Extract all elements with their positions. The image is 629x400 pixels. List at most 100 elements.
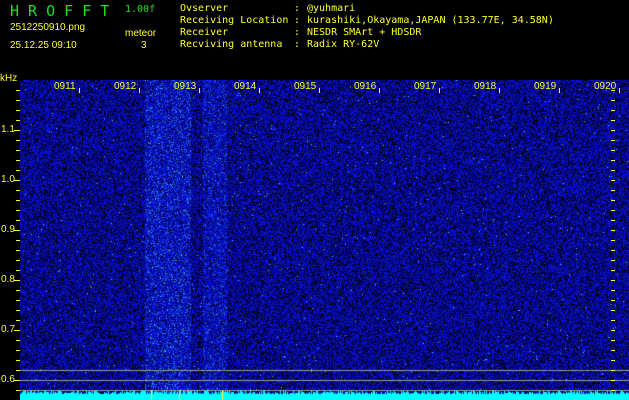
freq-tick xyxy=(16,270,20,271)
freq-tick-right xyxy=(611,390,615,391)
time-tick xyxy=(259,88,260,93)
info-key: Receiver xyxy=(180,27,229,38)
freq-tick-right xyxy=(611,320,615,321)
freq-tick xyxy=(16,90,20,91)
filename: 2512250910.png xyxy=(10,22,86,33)
freq-tick xyxy=(16,390,20,391)
meteor-count: 3 xyxy=(141,40,147,51)
freq-tick-right xyxy=(611,240,615,241)
info-separator: : xyxy=(294,27,301,38)
freq-tick xyxy=(16,240,20,241)
freq-tick xyxy=(16,160,20,161)
app-title: H R O F F T xyxy=(10,2,110,20)
freq-tick-right xyxy=(611,270,615,271)
freq-tick-right xyxy=(611,260,615,261)
info-value: Radix RY-62V xyxy=(307,39,380,50)
freq-tick xyxy=(16,290,20,291)
time-label: 0912 xyxy=(114,81,137,92)
freq-tick-right xyxy=(611,230,615,231)
time-tick xyxy=(319,88,320,93)
freq-tick xyxy=(16,370,20,371)
time-label: 0920 xyxy=(594,81,617,92)
spectrogram-plot xyxy=(20,80,629,400)
freq-tick-right xyxy=(611,330,615,331)
info-separator: : xyxy=(294,3,301,14)
freq-tick xyxy=(16,260,20,261)
time-label: 0917 xyxy=(414,81,437,92)
time-label: 0916 xyxy=(354,81,377,92)
freq-tick-right xyxy=(611,120,615,121)
freq-tick-right xyxy=(611,340,615,341)
freq-tick xyxy=(16,100,20,101)
freq-tick xyxy=(16,120,20,121)
time-label: 0913 xyxy=(174,81,197,92)
freq-tick-right xyxy=(611,160,615,161)
freq-tick xyxy=(16,110,20,111)
freq-label: 0.6 xyxy=(1,374,15,385)
time-tick xyxy=(139,88,140,93)
freq-tick xyxy=(16,300,20,301)
freq-tick-right xyxy=(611,140,615,141)
info-value: kurashiki,Okayama,JAPAN (133.77E, 34.58N… xyxy=(307,15,554,26)
datetime: 25.12.25 09:10 xyxy=(10,40,77,51)
freq-tick-right xyxy=(611,290,615,291)
freq-tick-right xyxy=(611,280,615,281)
freq-tick-right xyxy=(611,370,615,371)
freq-label: 0.9 xyxy=(1,224,15,235)
time-label: 0919 xyxy=(534,81,557,92)
freq-tick-right xyxy=(611,150,615,151)
freq-tick xyxy=(16,360,20,361)
freq-tick-right xyxy=(611,180,615,181)
time-tick xyxy=(79,88,80,93)
time-label: 0914 xyxy=(234,81,257,92)
freq-tick-right xyxy=(611,220,615,221)
freq-tick xyxy=(16,200,20,201)
freq-label: 0.7 xyxy=(1,324,15,335)
freq-tick xyxy=(14,330,20,331)
info-separator: : xyxy=(294,15,301,26)
freq-tick xyxy=(14,180,20,181)
freq-tick-right xyxy=(611,190,615,191)
info-key: Ovserver xyxy=(180,3,229,14)
time-label: 0915 xyxy=(294,81,317,92)
time-tick xyxy=(379,88,380,93)
info-value: NESDR SMArt + HDSDR xyxy=(307,27,422,38)
freq-tick xyxy=(16,190,20,191)
freq-tick-right xyxy=(611,250,615,251)
freq-tick-right xyxy=(611,200,615,201)
time-tick xyxy=(559,88,560,93)
info-key: Recviving antenna xyxy=(180,39,283,50)
hroff-spectrogram-window: H R O F F T 1.00f 2512250910.png 25.12.2… xyxy=(0,0,629,400)
freq-tick xyxy=(16,150,20,151)
time-tick xyxy=(619,88,620,93)
info-key: Receiving Location xyxy=(180,15,289,26)
unit-label: kHz xyxy=(0,73,18,84)
version: 1.00f xyxy=(125,4,156,15)
freq-label: 1.0 xyxy=(1,174,15,185)
time-tick xyxy=(499,88,500,93)
freq-tick-right xyxy=(611,360,615,361)
meteor-label: meteor xyxy=(125,28,157,39)
freq-tick xyxy=(16,340,20,341)
freq-tick-right xyxy=(611,170,615,171)
freq-tick-right xyxy=(611,350,615,351)
freq-tick xyxy=(16,170,20,171)
freq-label: 0.8 xyxy=(1,274,15,285)
time-label: 0918 xyxy=(474,81,497,92)
freq-tick-right xyxy=(611,130,615,131)
freq-label: 1.1 xyxy=(1,124,15,135)
freq-tick xyxy=(16,250,20,251)
time-tick xyxy=(199,88,200,93)
freq-tick xyxy=(16,220,20,221)
freq-tick xyxy=(16,350,20,351)
freq-tick xyxy=(14,280,20,281)
freq-tick-right xyxy=(611,110,615,111)
freq-tick xyxy=(16,310,20,311)
info-value: @yuhmari xyxy=(307,3,356,14)
freq-tick-right xyxy=(611,300,615,301)
freq-tick xyxy=(14,230,20,231)
freq-tick-right xyxy=(611,100,615,101)
freq-tick xyxy=(14,130,20,131)
freq-tick-right xyxy=(611,210,615,211)
freq-tick xyxy=(14,380,20,381)
